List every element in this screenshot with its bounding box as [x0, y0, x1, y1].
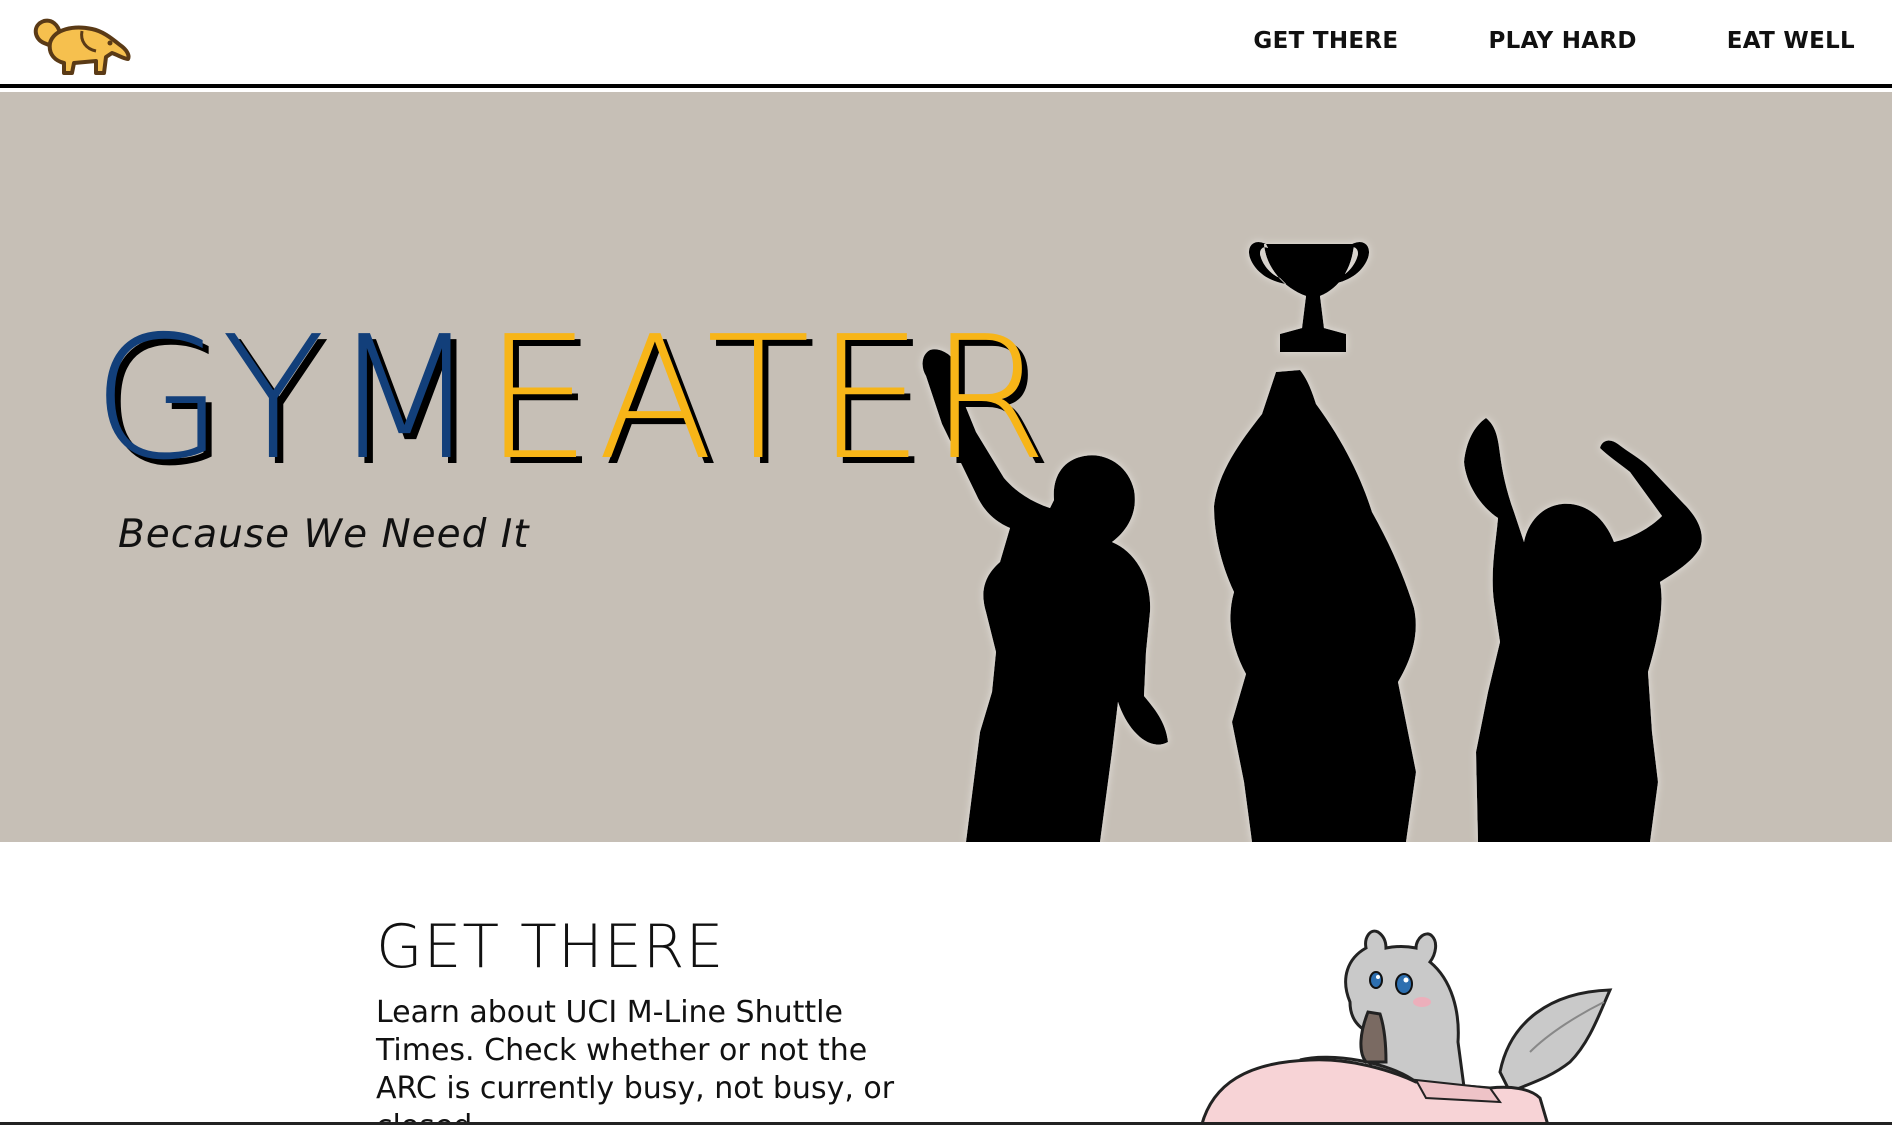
anteater-mascot-illustration [1200, 929, 1613, 1125]
get-there-section: GET THERE Learn about UCI M-Line Shuttle… [0, 842, 1892, 1125]
nav-link-play-hard[interactable]: PLAY HARD [1488, 28, 1636, 54]
hero-tagline: Because We Need It [118, 512, 530, 557]
nav-link-get-there[interactable]: GET THERE [1253, 28, 1398, 54]
hero-banner: GYMEATER Because We Need It [0, 92, 1892, 842]
top-navbar: GET THERE PLAY HARD EAT WELL [0, 0, 1892, 88]
section-description: Learn about UCI M-Line Shuttle Times. Ch… [376, 995, 895, 1125]
hero-title-gym: GYM [92, 300, 484, 498]
nav-link-eat-well[interactable]: EAT WELL [1727, 28, 1855, 54]
hero-title-eater: EATER [483, 300, 1054, 498]
hero-title: GYMEATER [92, 314, 1054, 484]
anteater-logo-icon[interactable] [30, 13, 134, 77]
section-title: GET THERE [376, 912, 725, 982]
main-nav: GET THERE PLAY HARD EAT WELL [1253, 28, 1855, 54]
